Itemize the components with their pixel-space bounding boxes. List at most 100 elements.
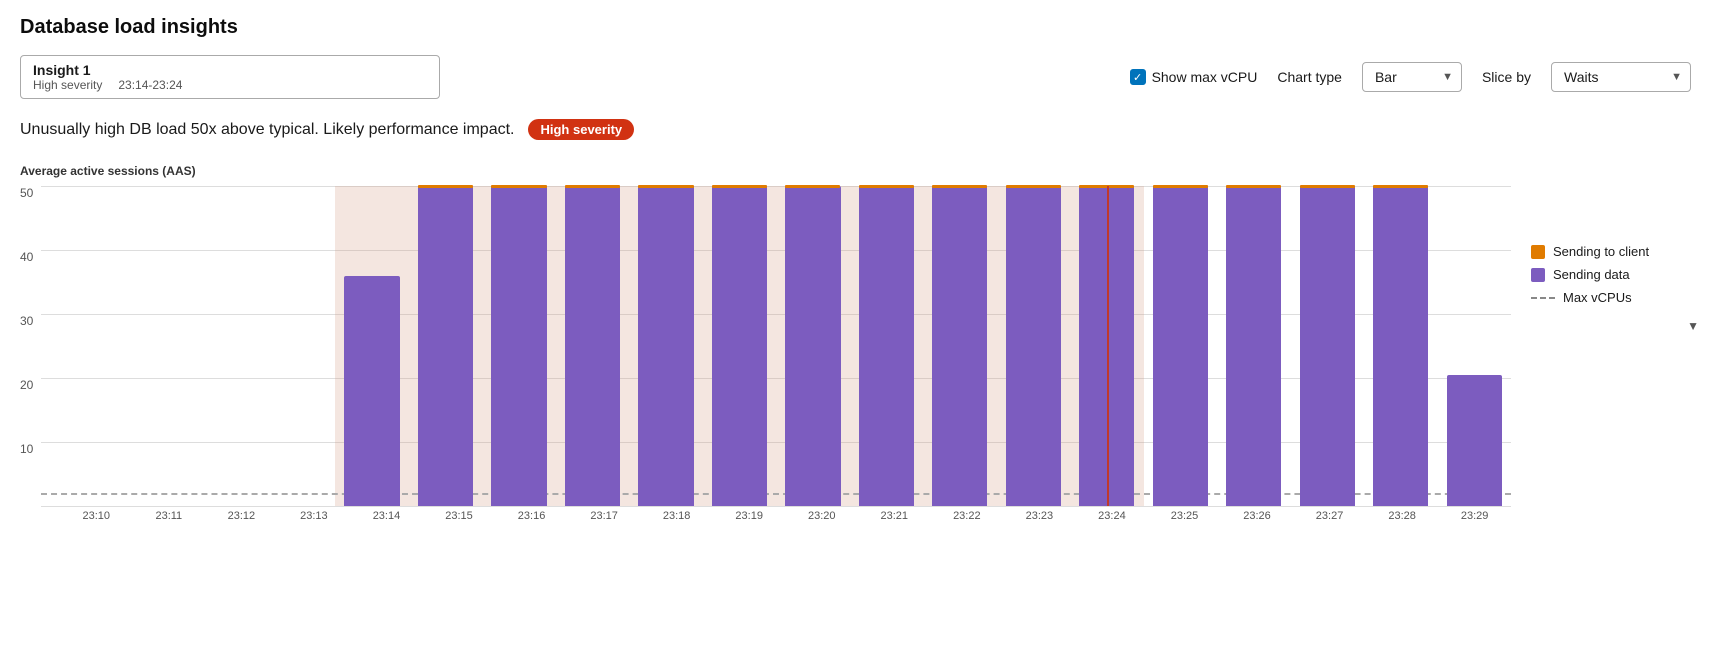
bar-purple: [565, 186, 620, 506]
bar-group: [482, 186, 555, 506]
max-vcpu-label: Max vCPUs: [1563, 290, 1632, 305]
insight-selector[interactable]: Insight 1 High severity 23:14-23:24 ▼: [20, 55, 440, 99]
chart-type-value: Bar: [1375, 69, 1397, 85]
legend: Sending to client Sending data Max vCPUs: [1531, 164, 1691, 305]
bar-group: [1291, 186, 1364, 506]
insight-dropdown-chevron: ▼: [1687, 319, 1699, 333]
x-label: 23:29: [1438, 510, 1511, 522]
x-label: 23:19: [713, 510, 786, 522]
bar-purple: [638, 186, 693, 506]
x-label: 23:20: [785, 510, 858, 522]
bar-purple: [932, 186, 987, 506]
bar-purple: [1006, 186, 1061, 506]
bar-purple: [1226, 186, 1281, 506]
bar-orange: [418, 185, 473, 188]
y-tick: 20: [20, 378, 33, 392]
chart-type-label: Chart type: [1277, 69, 1342, 85]
bar-orange: [932, 185, 987, 188]
bar-group: [1217, 186, 1290, 506]
sending-to-client-label: Sending to client: [1553, 244, 1649, 259]
x-label: 23:12: [205, 510, 278, 522]
x-axis: 23:1023:1123:1223:1323:1423:1523:1623:17…: [60, 506, 1511, 522]
bar-group: [115, 186, 188, 506]
bar-orange: [1153, 185, 1208, 188]
bar-group: [188, 186, 261, 506]
max-vcpu-dash: [1531, 297, 1555, 299]
x-label: 23:25: [1148, 510, 1221, 522]
x-label: 23:22: [931, 510, 1004, 522]
chart-type-dropdown[interactable]: Bar ▼: [1362, 62, 1462, 92]
x-label: 23:17: [568, 510, 641, 522]
bar-orange: [1373, 185, 1428, 188]
x-label: 23:24: [1076, 510, 1149, 522]
bar-orange: [1006, 185, 1061, 188]
y-tick: 10: [20, 442, 33, 456]
bar-orange: [1226, 185, 1281, 188]
chart-type-chevron: ▼: [1442, 71, 1453, 83]
bar-orange: [638, 185, 693, 188]
sending-data-color: [1531, 268, 1545, 282]
x-label: 23:26: [1221, 510, 1294, 522]
slice-by-chevron: ▼: [1671, 71, 1682, 83]
chart-container: Average active sessions (AAS) 50 40 30 20 10…: [20, 164, 1691, 522]
bar-group: [923, 186, 996, 506]
x-label: 23:16: [495, 510, 568, 522]
show-vcpu-toggle[interactable]: ✓ Show max vCPU: [1130, 69, 1258, 85]
bar-orange: [785, 185, 840, 188]
alert-row: Unusually high DB load 50x above typical…: [20, 119, 1691, 140]
bar-orange: [712, 185, 767, 188]
bar-group: [1364, 186, 1437, 506]
bar-orange: [565, 185, 620, 188]
vcpu-checkbox[interactable]: ✓: [1130, 69, 1146, 85]
slice-by-value: Waits: [1564, 69, 1598, 85]
show-vcpu-label-text: Show max vCPU: [1152, 69, 1258, 85]
insight-time-range: 23:14-23:24: [118, 78, 182, 92]
bar-group: [997, 186, 1070, 506]
bar-group: [703, 186, 776, 506]
insight-severity: High severity: [33, 78, 102, 92]
chart-inner: 50 40 30 20 10: [20, 186, 1511, 506]
bar-purple: [344, 276, 399, 506]
sending-data-label: Sending data: [1553, 267, 1630, 282]
x-label: 23:10: [60, 510, 133, 522]
x-label: 23:11: [133, 510, 206, 522]
bar-group: [850, 186, 923, 506]
chart-area: Average active sessions (AAS) 50 40 30 20 10…: [20, 164, 1511, 522]
bar-purple: [491, 186, 546, 506]
x-label: 23:23: [1003, 510, 1076, 522]
bar-group: [776, 186, 849, 506]
y-axis-label: Average active sessions (AAS): [20, 164, 1511, 178]
slice-by-label: Slice by: [1482, 69, 1531, 85]
bar-group: [409, 186, 482, 506]
x-label: 23:15: [423, 510, 496, 522]
page-title: Database load insights: [20, 16, 1691, 39]
bar-purple: [1447, 375, 1502, 506]
grid-line: [41, 506, 1511, 507]
x-label: 23:28: [1366, 510, 1439, 522]
y-tick: 30: [20, 314, 33, 328]
bar-group: [262, 186, 335, 506]
x-label: 23:18: [640, 510, 713, 522]
bar-purple: [859, 186, 914, 506]
alert-message: Unusually high DB load 50x above typical…: [20, 121, 514, 139]
y-tick: 50: [20, 186, 33, 200]
sending-to-client-color: [1531, 245, 1545, 259]
bar-group: [1438, 186, 1511, 506]
x-label: 23:27: [1293, 510, 1366, 522]
x-label: 23:13: [278, 510, 351, 522]
legend-sending-to-client: Sending to client: [1531, 244, 1691, 259]
slice-by-dropdown[interactable]: Waits ▼: [1551, 62, 1691, 92]
x-label: 23:14: [350, 510, 423, 522]
bar-group: [41, 186, 114, 506]
insight-name: Insight 1: [33, 62, 403, 78]
legend-sending-data: Sending data: [1531, 267, 1691, 282]
bar-purple: [712, 186, 767, 506]
chart-plot: [41, 186, 1511, 506]
controls-row: Insight 1 High severity 23:14-23:24 ▼ ✓ …: [20, 55, 1691, 99]
severity-badge: High severity: [528, 119, 634, 140]
x-label: 23:21: [858, 510, 931, 522]
bar-purple: [418, 186, 473, 506]
bar-orange: [1300, 185, 1355, 188]
y-tick: 40: [20, 250, 33, 264]
bar-group: [1144, 186, 1217, 506]
